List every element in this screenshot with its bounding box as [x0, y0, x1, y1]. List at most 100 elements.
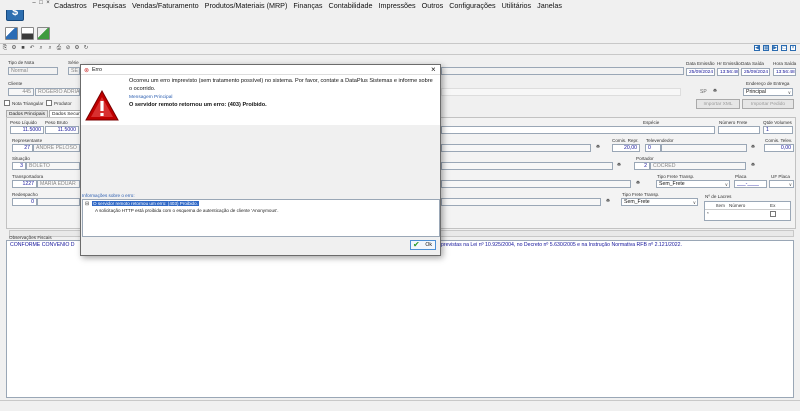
comis-telev-field[interactable]: 0,00 [764, 144, 794, 152]
menu-outros[interactable]: Outros [422, 1, 444, 10]
info-label: Informações sobre o erro: [82, 193, 135, 198]
qtde-volumes-label: Qtde Volumes [763, 120, 792, 125]
representante-code-field[interactable]: 27 [12, 144, 33, 152]
peso-liquido-field[interactable]: 11.5000 [10, 126, 44, 134]
televendedor-binoculars-icon[interactable]: ⛯ [751, 144, 760, 150]
warning-icon [85, 90, 119, 121]
nav-first-icon[interactable]: ◀ [754, 45, 760, 51]
comis-repr-field[interactable]: 20,00 [612, 144, 640, 152]
comis-telev-label: Comis. Telev. [765, 138, 793, 143]
produtor-checkbox[interactable] [46, 100, 52, 106]
endereco-entrega-select[interactable]: Principal [743, 88, 793, 96]
nota-triangular-label: Nota Triangular [12, 101, 44, 106]
placa-field[interactable]: ___-____ [734, 180, 767, 188]
comis-repr-label: Comis. Repr. [612, 138, 639, 143]
tree-item-2[interactable]: A solicitação HTTP está proibida com o e… [95, 208, 278, 213]
close-icon[interactable]: × [45, 0, 51, 6]
dialog-close-icon[interactable]: × [431, 65, 436, 74]
nota-triangular-checkbox[interactable] [4, 100, 10, 106]
ok-button[interactable]: Ok [410, 240, 436, 250]
serie-label: Série [68, 60, 79, 65]
menu-vendas-faturamento[interactable]: Vendas/Faturamento [132, 1, 199, 10]
uf-placa-label: UF Placa [771, 174, 790, 179]
cliente-code-field[interactable]: 445 [8, 88, 34, 96]
binoculars-icon[interactable]: ⛯ [713, 88, 722, 94]
portador-binoculars-icon[interactable]: ⛯ [751, 162, 760, 168]
menu-janelas[interactable]: Janelas [537, 1, 562, 10]
data-emissao-field[interactable]: 25/09/2024 [686, 68, 715, 76]
menu-contabilidade[interactable]: Contabilidade [329, 1, 373, 10]
especie-field[interactable] [441, 126, 715, 134]
tipo-frete-transp2-select[interactable]: Sem_Frete [621, 198, 698, 206]
data-saida-field[interactable]: 25/09/2024 [741, 68, 770, 76]
tipo-nota-label: Tipo de Nota [8, 60, 35, 65]
menu-utilitarios[interactable]: Utilitários [502, 1, 532, 10]
transportadora-code-field[interactable]: 1227 [12, 180, 37, 188]
menu-financas[interactable]: Finanças [293, 1, 322, 10]
situacao-binoculars-icon[interactable]: ⛯ [617, 162, 626, 168]
dialog-titlebar: ⊗ Erro × [81, 65, 440, 75]
clear-icon[interactable]: ⊘ [65, 45, 71, 51]
lacres-col-numero: Número [729, 203, 746, 208]
data-saida-label: Data Saída [741, 61, 764, 66]
minimize-icon[interactable]: – [31, 0, 37, 6]
dialog-error-icon: ⊗ [84, 68, 90, 74]
find-icon[interactable]: ⌕ [47, 45, 53, 51]
doc-blue-icon[interactable] [5, 27, 18, 40]
numero-frete-field[interactable] [718, 126, 760, 134]
importar-xml-button[interactable]: Importar XML [696, 99, 740, 109]
menu-impressoes[interactable]: Impressões [379, 1, 416, 10]
qtde-volumes-field[interactable]: 1 [763, 126, 793, 134]
grid-icon[interactable]: ▦ [763, 45, 769, 51]
portador-code-field[interactable]: 2 [634, 162, 650, 170]
refresh-icon[interactable]: ↻ [83, 45, 89, 51]
doc-money-icon[interactable] [37, 27, 50, 40]
main-message-text: O servidor remoto retornou um erro: (403… [129, 101, 267, 108]
endereco-entrega-label: Endereço de Entrega [746, 81, 790, 86]
peso-bruto-field[interactable]: 11.5000 [45, 126, 79, 134]
doc-chart-icon[interactable] [21, 27, 34, 40]
lacres-row-marker: * [707, 211, 709, 216]
tipo-frete-transp-select[interactable]: Sem_Frete [656, 180, 730, 188]
new-icon[interactable]: ⎘ [2, 45, 8, 51]
lacres-grid[interactable]: Item Número Ex * [704, 201, 791, 221]
menu-pesquisas[interactable]: Pesquisas [93, 1, 126, 10]
situacao-code-field[interactable]: 3 [12, 162, 26, 170]
close-form-icon[interactable]: × [790, 45, 796, 51]
menu-configuracoes[interactable]: Configurações [449, 1, 495, 10]
menu-cadastros[interactable]: Cadastros [54, 1, 87, 10]
serie-field[interactable]: SE [68, 67, 80, 75]
uf-placa-select[interactable] [769, 180, 794, 188]
redespacho-binoculars-icon[interactable]: ⛯ [606, 198, 615, 204]
importar-pedido-button[interactable]: Importar Pedido [742, 99, 794, 109]
cliente-name-field[interactable]: ROGERIO ADRIA [35, 88, 80, 96]
menu-produtos-materiais[interactable]: Produtos/Materiais (MRP) [205, 1, 288, 10]
lacres-col-ex: Ex [770, 203, 776, 208]
transportadora-binoculars-icon[interactable]: ⛯ [636, 180, 645, 186]
tree-collapse-icon[interactable]: ⊟ [85, 201, 89, 207]
televendedor-label: Televendedor [646, 138, 674, 143]
undo-icon[interactable]: ↶ [29, 45, 35, 51]
nav-last-icon[interactable]: ▶ [772, 45, 778, 51]
redespacho-code-field[interactable]: 0 [12, 198, 37, 206]
televendedor-code-field[interactable]: 0 [645, 144, 661, 152]
window-icon[interactable]: ▭ [781, 45, 787, 51]
tree-item-1[interactable]: O servidor remoto retornou um erro: (403… [92, 201, 199, 206]
representante-name-field: ANDRE PELOSO [33, 144, 80, 152]
restore-icon[interactable]: □ [38, 0, 44, 6]
save-icon[interactable]: ■ [20, 45, 26, 51]
error-info-tree[interactable]: ⊟ O servidor remoto retornou um erro: (4… [82, 199, 440, 237]
search-icon[interactable]: ⌕ [38, 45, 44, 51]
settings-icon[interactable]: ⚙ [11, 45, 17, 51]
cliente-label: Cliente [8, 81, 23, 86]
tipo-nota-field[interactable]: Normal [8, 67, 58, 75]
dialog-message: Ocorreu um erro imprevisto (sem tratamen… [129, 78, 434, 109]
print-icon[interactable]: ⎙ [56, 45, 62, 51]
settings2-icon[interactable]: ⚙ [74, 45, 80, 51]
hora-saida-field[interactable]: 13:56:48 [773, 68, 796, 76]
lacres-ex-checkbox[interactable] [770, 211, 776, 217]
representante-binoculars-icon[interactable]: ⛯ [596, 144, 605, 150]
hr-emissao-field[interactable]: 13:56:48 [717, 68, 739, 76]
hora-saida-label: Hora Saída [773, 61, 797, 66]
obs-fiscais-textarea[interactable]: CONFORME CONVENIO D previstas na Lei nº … [6, 240, 794, 398]
